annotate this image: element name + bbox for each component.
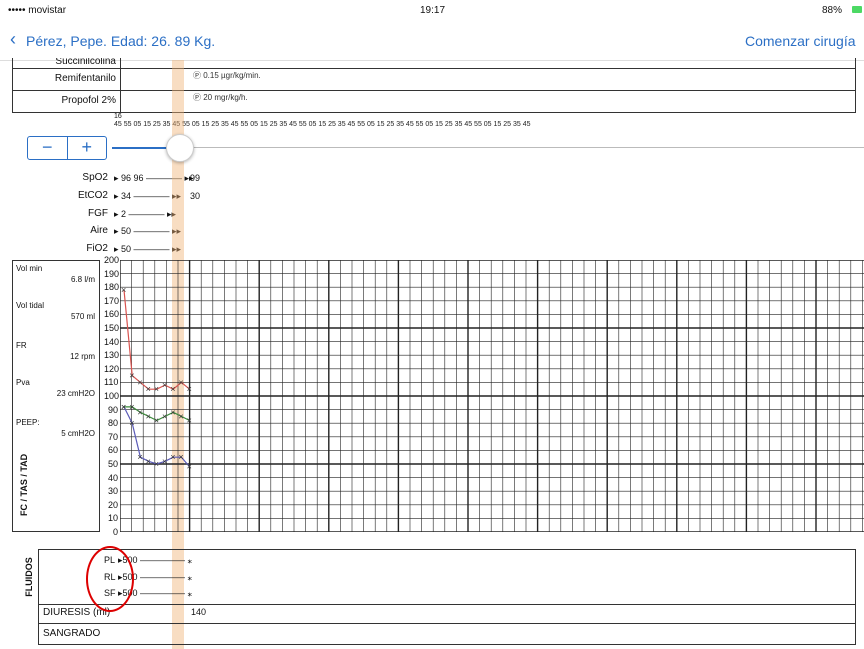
patient-back-button[interactable]: Pérez, Pepe. Edad: 26. 89 Kg. [26, 33, 215, 49]
param-end-value: 30 [190, 191, 201, 201]
param-label: FiO2 [86, 243, 108, 254]
y-tick-label: 0 [112, 527, 118, 537]
data-point: × [129, 418, 134, 428]
data-point: × [137, 452, 142, 462]
vital-signs-chart[interactable]: ×××× × × ×××× ×× × × × × × ×××× × × × × ×× [120, 260, 864, 532]
drug-name: Remifentanilo [13, 68, 121, 90]
y-tick-label: 90 [107, 404, 118, 415]
y-tick-label: 130 [104, 350, 120, 361]
data-point: × [162, 380, 167, 390]
drug-name: Propofol 2% [13, 90, 121, 112]
data-point: × [146, 411, 151, 421]
data-point: × [162, 411, 167, 421]
data-point: × [121, 402, 126, 412]
y-axis-title: FC / TAS / TAD [19, 453, 29, 516]
sangrado-row[interactable]: SANGRADO [38, 624, 856, 645]
data-point: × [129, 402, 134, 412]
y-tick-label: 30 [107, 486, 118, 497]
data-point: × [146, 384, 151, 394]
data-point: × [178, 411, 183, 421]
data-point: × [129, 371, 134, 381]
clock: 19:17 [420, 5, 446, 16]
data-point: × [170, 452, 175, 462]
carrier-label: ••••• movistar [8, 5, 67, 16]
data-point: × [154, 384, 159, 394]
highlight-circle [86, 546, 134, 612]
vent-label: Vol min [16, 264, 43, 273]
drug-name: Succinilcolina [13, 58, 121, 68]
drug-row[interactable]: Propofol 2% Ⓟ 20 mgr/kg/h. [12, 90, 856, 113]
minus-button[interactable]: − [28, 137, 68, 159]
data-point: × [154, 415, 159, 425]
time-slider-track[interactable] [112, 147, 864, 148]
y-tick-label: 180 [104, 282, 120, 293]
y-tick-label: 140 [104, 336, 120, 347]
sangrado-label: SANGRADO [43, 628, 101, 639]
vent-value: 570 ml [70, 312, 95, 321]
vent-value: 5 cmH2O [61, 429, 95, 438]
data-point: × [137, 407, 142, 417]
param-label: Aire [90, 225, 108, 236]
zoom-stepper[interactable]: − + [27, 136, 107, 160]
data-point: × [178, 377, 183, 387]
drug-dose: Ⓟ 0.15 µgr/kg/min. [193, 71, 261, 80]
y-tick-label: 50 [107, 459, 118, 469]
data-point: × [121, 285, 126, 295]
y-tick-label: 10 [107, 513, 118, 524]
drug-row[interactable]: Remifentanilo Ⓟ 0.15 µgr/kg/min. [12, 68, 856, 91]
data-point: × [187, 415, 192, 425]
param-label: FGF [88, 208, 108, 219]
vent-value: 12 rpm [70, 352, 95, 361]
y-tick-label: 70 [107, 431, 118, 442]
y-tick-label: 110 [104, 377, 119, 388]
data-point: × [187, 384, 192, 394]
battery-percent: 88% [822, 5, 843, 16]
param-label: EtCO2 [77, 190, 108, 201]
y-tick-label: 170 [104, 295, 120, 306]
y-tick-label: 20 [107, 499, 118, 510]
y-tick-label: 120 [104, 363, 120, 374]
plus-button[interactable]: + [68, 137, 107, 159]
param-end-value: 99 [190, 173, 201, 183]
param-value[interactable]: ▸ 2 ———— ▸▸ [114, 209, 176, 220]
param-label: SpO2 [82, 172, 108, 183]
vent-value: 6.8 l/m [70, 275, 95, 284]
y-tick-label: 40 [107, 472, 118, 483]
status-bar: ••••• movistar 19:17 88% [0, 0, 864, 22]
vent-label: PEEP: [16, 418, 40, 427]
vent-value: 23 cmH2O [56, 389, 95, 398]
data-point: × [162, 456, 167, 466]
data-point: × [170, 384, 175, 394]
data-point: × [137, 377, 142, 387]
fluids-title: FLUIDOS [23, 557, 34, 597]
vent-label: Vol tidal [16, 301, 45, 310]
y-tick-label: 80 [107, 418, 118, 429]
diuresis-row[interactable]: DIURESIS (ml) 140 [38, 603, 856, 624]
y-tick-label: 160 [104, 309, 120, 320]
ventilation-panel: Vol min 6.8 l/m Vol tidal 570 ml FR 12 r… [12, 260, 100, 532]
data-point: × [178, 452, 183, 462]
data-point: × [170, 407, 175, 417]
battery-icon [852, 6, 862, 13]
y-tick-label: 190 [104, 268, 120, 279]
y-tick-label: 60 [107, 445, 118, 456]
data-point: × [146, 456, 151, 466]
vent-label: FR [16, 341, 27, 350]
time-slider-thumb[interactable] [166, 134, 194, 162]
drug-dose: Ⓟ 20 mgr/kg/h. [193, 93, 248, 102]
nav-bar: ‹ Pérez, Pepe. Edad: 26. 89 Kg. Comenzar… [0, 22, 864, 61]
back-chevron-icon[interactable]: ‹ [10, 29, 16, 50]
data-point: × [154, 459, 159, 469]
timeline-hour: 16 [114, 113, 122, 120]
diuresis-value: 140 [191, 607, 207, 617]
vent-label: Pva [16, 378, 30, 387]
start-surgery-button[interactable]: Comenzar cirugía [745, 33, 856, 49]
y-tick-label: 150 [104, 323, 120, 333]
y-tick-label: 200 [104, 255, 120, 265]
data-point: × [187, 462, 192, 472]
y-tick-label: 100 [104, 391, 120, 401]
